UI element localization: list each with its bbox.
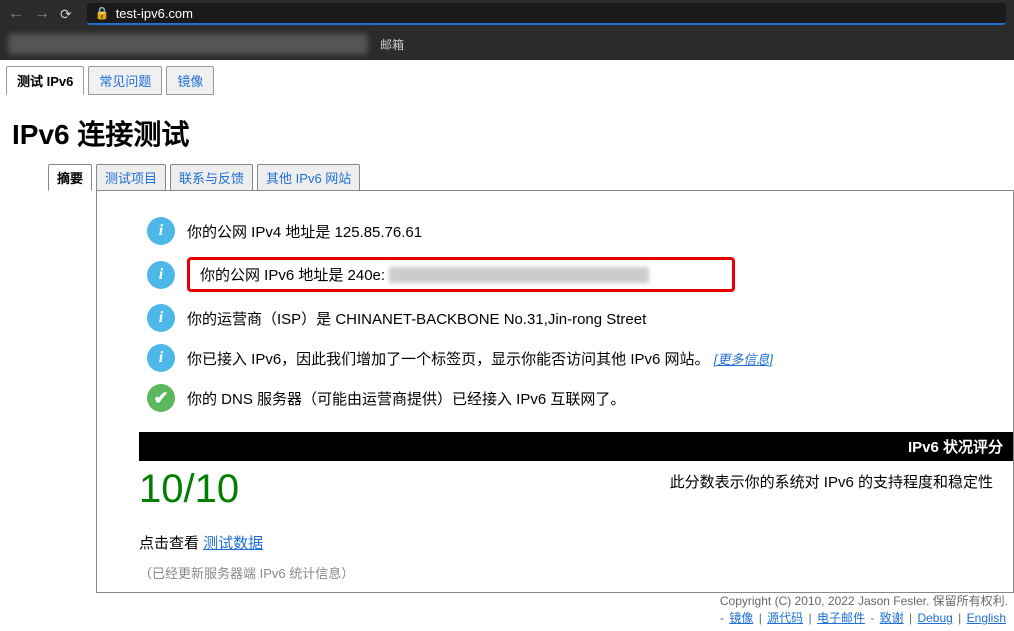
score-row: 10/10 此分数表示你的系统对 IPv6 的支持程度和稳定性: [97, 467, 1013, 512]
top-tabs: 测试 IPv6 常见问题 镜像: [0, 60, 1014, 95]
tab-mirrors[interactable]: 镜像: [166, 66, 214, 95]
tab-other-sites[interactable]: 其他 IPv6 网站: [257, 164, 360, 191]
click-view: 点击查看 测试数据: [97, 512, 1013, 557]
url-text: test-ipv6.com: [116, 6, 193, 21]
footer-links: - 镜像 | 源代码 | 电子邮件 - 致谢 | Debug | English: [720, 610, 1008, 627]
page-title: IPv6 连接测试: [0, 99, 1014, 163]
tab-tests[interactable]: 测试项目: [96, 164, 166, 191]
check-icon: ✔: [147, 384, 175, 412]
back-button[interactable]: ←: [8, 5, 24, 23]
footer-link-email[interactable]: 电子邮件: [817, 611, 865, 625]
url-bar[interactable]: 🔒 test-ipv6.com: [87, 3, 1006, 25]
lock-icon: 🔒: [95, 6, 110, 20]
info-row-tab-added: i 你已接入 IPv6，因此我们增加了一个标签页，显示你能否访问其他 IPv6 …: [97, 338, 1013, 378]
refresh-button[interactable]: ⟳: [60, 6, 72, 23]
footer-link-thanks[interactable]: 致谢: [880, 611, 904, 625]
test-data-link[interactable]: 测试数据: [203, 535, 263, 552]
info-icon: i: [147, 217, 175, 245]
tab-summary[interactable]: 摘要: [48, 164, 92, 191]
copyright: Copyright (C) 2010, 2022 Jason Fesler. 保…: [720, 593, 1008, 610]
ipv6-prefix: 你的公网 IPv6 地址是 240e:: [200, 264, 385, 285]
score-bar: IPv6 状况评分: [139, 432, 1013, 461]
footer: Copyright (C) 2010, 2022 Jason Fesler. 保…: [720, 593, 1008, 627]
footer-link-mirrors[interactable]: 镜像: [729, 611, 753, 625]
browser-toolbar: ← → ⟳ 🔒 test-ipv6.com: [0, 0, 1014, 28]
info-icon: i: [147, 344, 175, 372]
inner-tabs: 摘要 测试项目 联系与反馈 其他 IPv6 网站: [48, 163, 1014, 190]
tab-added-text: 你已接入 IPv6，因此我们增加了一个标签页，显示你能否访问其他 IPv6 网站…: [187, 348, 773, 369]
footer-link-debug[interactable]: Debug: [917, 611, 952, 625]
isp-text: 你的运营商（ISP）是 CHINANET-BACKBONE No.31,Jin-…: [187, 308, 646, 329]
ipv6-address-blurred: [389, 267, 649, 283]
forward-button[interactable]: →: [34, 5, 50, 23]
tab-contact[interactable]: 联系与反馈: [170, 164, 253, 191]
dns-text: 你的 DNS 服务器（可能由运营商提供）已经接入 IPv6 互联网了。: [187, 388, 625, 409]
more-info-link[interactable]: [更多信息]: [714, 352, 773, 367]
bookmarks-bar: 邮箱: [0, 28, 1014, 60]
info-icon: i: [147, 304, 175, 332]
info-row-dns: ✔ 你的 DNS 服务器（可能由运营商提供）已经接入 IPv6 互联网了。: [97, 378, 1013, 418]
ipv4-text: 你的公网 IPv4 地址是 125.85.76.61: [187, 221, 422, 242]
score-desc: 此分数表示你的系统对 IPv6 的支持程度和稳定性: [670, 467, 993, 492]
score-value: 10/10: [139, 467, 239, 512]
info-icon: i: [147, 261, 175, 289]
tab-faq[interactable]: 常见问题: [88, 66, 162, 95]
bookmark-label[interactable]: 邮箱: [380, 36, 404, 53]
footer-link-source[interactable]: 源代码: [767, 611, 803, 625]
bookmarks-blurred: [8, 34, 368, 54]
tab-test-ipv6[interactable]: 测试 IPv6: [6, 66, 84, 95]
info-row-ipv4: i 你的公网 IPv4 地址是 125.85.76.61: [97, 211, 1013, 251]
info-row-isp: i 你的运营商（ISP）是 CHINANET-BACKBONE No.31,Ji…: [97, 298, 1013, 338]
page-content: 测试 IPv6 常见问题 镜像 IPv6 连接测试 摘要 测试项目 联系与反馈 …: [0, 60, 1014, 593]
ipv6-highlight-box: 你的公网 IPv6 地址是 240e:: [187, 257, 735, 292]
stats-note: （已经更新服务器端 IPv6 统计信息）: [97, 557, 1013, 582]
footer-link-english[interactable]: English: [967, 611, 1006, 625]
info-row-ipv6: i 你的公网 IPv6 地址是 240e:: [97, 251, 1013, 298]
summary-panel: i 你的公网 IPv4 地址是 125.85.76.61 i 你的公网 IPv6…: [96, 190, 1014, 593]
